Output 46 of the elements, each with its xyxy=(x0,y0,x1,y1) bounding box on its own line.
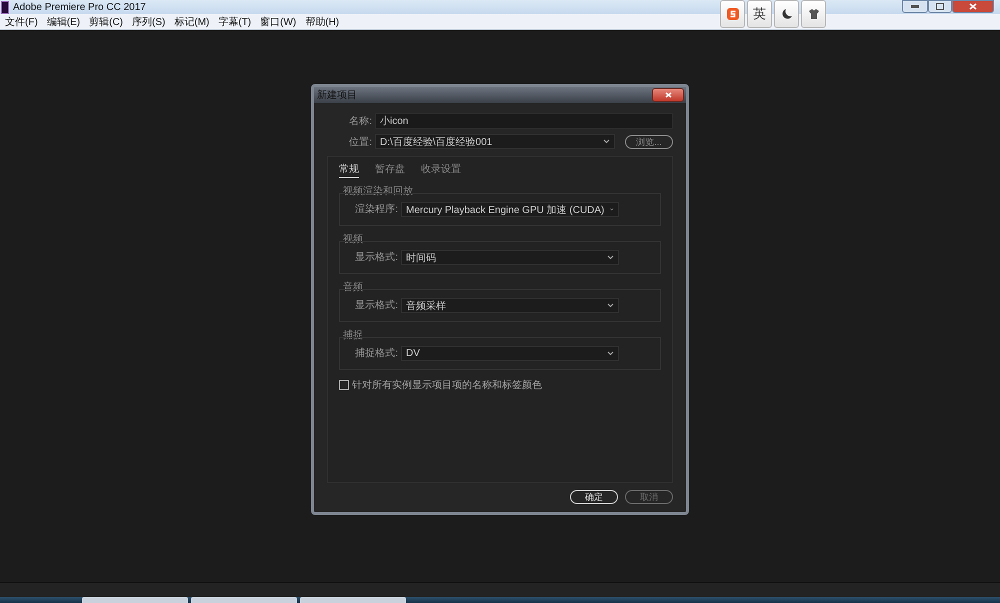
checkbox-label: 针对所有实例显示项目项的名称和标签颜色 xyxy=(352,378,542,392)
name-field[interactable]: 小icon xyxy=(375,112,673,128)
ime-logo-icon[interactable] xyxy=(720,0,745,28)
tab[interactable]: 常规 xyxy=(339,162,359,178)
menu-item[interactable]: 标记(M) xyxy=(174,14,210,28)
menu-item[interactable]: 剪辑(C) xyxy=(89,14,124,28)
menu-item[interactable]: 序列(S) xyxy=(132,14,166,28)
field-label: 名称: xyxy=(348,114,373,128)
tab[interactable]: 暂存盘 xyxy=(375,162,405,178)
chevron-down-icon xyxy=(607,303,614,308)
minimize-icon xyxy=(911,5,919,8)
setting-dropdown[interactable]: 音频采样 xyxy=(401,298,619,313)
chevron-down-icon xyxy=(607,351,614,356)
close-icon xyxy=(969,3,977,10)
location-dropdown[interactable]: D:\百度经验\百度经验001 xyxy=(375,134,615,149)
setting-dropdown[interactable]: DV xyxy=(401,346,619,361)
setting-dropdown[interactable]: Mercury Playback Engine GPU 加速 (CUDA) xyxy=(401,202,619,217)
tab[interactable]: 收录设置 xyxy=(421,162,461,178)
dialog-close-button[interactable] xyxy=(652,88,684,102)
field-label: 显示格式: xyxy=(354,250,399,264)
checkbox[interactable] xyxy=(339,380,349,390)
shirt-icon[interactable] xyxy=(801,0,826,28)
close-icon xyxy=(664,92,672,98)
menu-item[interactable]: 字幕(T) xyxy=(218,14,252,28)
restore-button[interactable] xyxy=(928,0,952,13)
ime-language-button[interactable]: 英 xyxy=(747,0,772,28)
field-label: 显示格式: xyxy=(354,298,399,312)
menu-item[interactable]: 帮助(H) xyxy=(305,14,340,28)
field-label: 捕捉格式: xyxy=(354,346,399,360)
chevron-down-icon xyxy=(603,139,610,144)
field-label: 渲染程序: xyxy=(354,202,399,216)
app-icon xyxy=(1,0,9,14)
menu-item[interactable]: 窗口(W) xyxy=(260,14,296,28)
menu-item[interactable]: 编辑(E) xyxy=(46,14,80,28)
menu-item[interactable]: 文件(F) xyxy=(5,14,38,28)
window-title: Adobe Premiere Pro CC 2017 xyxy=(13,2,146,12)
restore-icon xyxy=(936,3,944,10)
minimize-button[interactable] xyxy=(902,0,928,13)
dialog-title: 新建项目 xyxy=(317,88,357,102)
browse-button[interactable]: 浏览... xyxy=(625,134,673,148)
ok-button[interactable]: 确定 xyxy=(570,490,618,504)
moon-icon[interactable] xyxy=(774,0,799,28)
setting-dropdown[interactable]: 时间码 xyxy=(401,250,619,265)
field-label: 位置: xyxy=(348,136,373,148)
chevron-down-icon xyxy=(607,255,614,260)
close-button[interactable] xyxy=(952,0,994,13)
